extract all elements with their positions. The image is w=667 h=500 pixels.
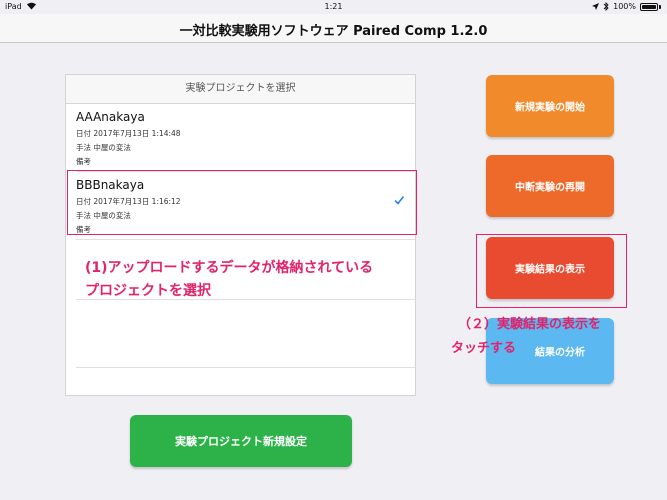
- project-row-aaanakaya[interactable]: AAAnakaya 日付 2017年7月13日 1:14:48 手法 中屋の変法…: [66, 104, 415, 170]
- bluetooth-icon: [603, 2, 609, 11]
- row-divider: [76, 367, 415, 368]
- page-title: 一対比較実験用ソフトウェア Paired Comp 1.2.0: [179, 24, 488, 39]
- status-bar: iPad 1:21 100%: [0, 0, 667, 14]
- navigation-bar: 一対比較実験用ソフトウェア Paired Comp 1.2.0: [0, 14, 667, 43]
- annotation-step2-line2: タッチする: [451, 341, 517, 356]
- annotation-step1-line2: プロジェクトを選択: [85, 283, 211, 299]
- annotation-step1-line1: (1)アップロードするデータが格納されている: [85, 260, 374, 276]
- battery-percent: 100%: [613, 2, 636, 11]
- new-project-button[interactable]: 実験プロジェクト新規設定: [130, 415, 352, 467]
- location-icon: [592, 3, 600, 10]
- status-time: 1:21: [324, 2, 343, 11]
- row-divider: [76, 239, 415, 240]
- project-name: AAAnakaya: [76, 110, 145, 124]
- new-experiment-button[interactable]: 新規実験の開始: [486, 75, 614, 137]
- battery-icon: [640, 2, 658, 11]
- resume-experiment-button[interactable]: 中断実験の再開: [486, 155, 614, 217]
- annotation-step2-line1: （２）実験結果の表示を: [458, 317, 602, 332]
- project-note: 備考: [76, 157, 91, 166]
- selection-highlight: [67, 170, 417, 235]
- project-table: 実験プロジェクトを選択 AAAnakaya 日付 2017年7月13日 1:14…: [65, 74, 416, 396]
- table-header: 実験プロジェクトを選択: [66, 75, 415, 104]
- project-date: 日付 2017年7月13日 1:14:48: [76, 129, 181, 138]
- project-method: 手法 中屋の変法: [76, 143, 131, 152]
- show-results-highlight: [476, 234, 627, 308]
